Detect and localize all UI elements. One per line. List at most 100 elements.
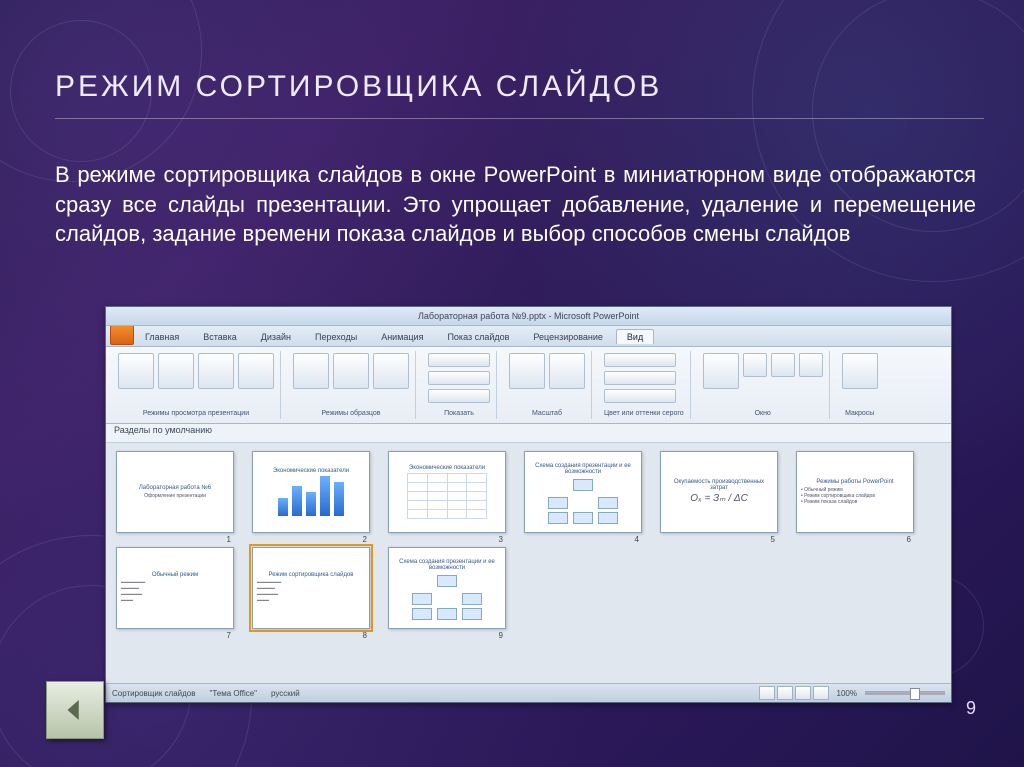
handout-master-button[interactable] xyxy=(333,353,369,389)
status-language: русский xyxy=(271,689,300,698)
thumb-number: 9 xyxy=(499,631,503,640)
thumb-subtitle: Оформление презентации xyxy=(144,493,206,499)
slide-sorter-view-button[interactable] xyxy=(158,353,194,389)
ribbon-group-label: Окно xyxy=(703,410,823,417)
view-shortcut-icons[interactable] xyxy=(759,686,829,700)
ppt-ribbon: Режимы просмотра презентации Режимы обра… xyxy=(106,347,951,424)
ppt-section-bar[interactable]: Разделы по умолчанию xyxy=(106,424,951,443)
presentation-slide: РЕЖИМ СОРТИРОВЩИКА СЛАЙДОВ В режиме сорт… xyxy=(0,0,1024,767)
thumb-number: 6 xyxy=(907,535,911,544)
ribbon-tab-вставка[interactable]: Вставка xyxy=(192,329,247,344)
thumb-title: Режим сортировщика слайдов xyxy=(269,572,354,578)
slide-thumbnail[interactable]: Экономические показатели3 xyxy=(388,451,506,533)
slide-thumbnail[interactable]: Лабораторная работа №6 Оформление презент… xyxy=(116,451,234,533)
ribbon-group-window: Окно xyxy=(697,351,830,419)
file-tab-button[interactable] xyxy=(110,325,134,345)
thumb-title: Окупаемость производственных затрат xyxy=(665,479,773,491)
slide-title: РЕЖИМ СОРТИРОВЩИКА СЛАЙДОВ xyxy=(55,70,969,104)
thumb-list: • Обычный режим• Режим сортировщика слай… xyxy=(801,487,909,505)
slideshow-view-icon[interactable] xyxy=(813,686,829,700)
thumb-title: Схема создания презентации и ее возможно… xyxy=(529,463,637,475)
ruler-checkbox[interactable] xyxy=(428,353,490,367)
thumb-title: Лабораторная работа №6 xyxy=(139,485,211,491)
fit-to-window-button[interactable] xyxy=(549,353,585,389)
ribbon-group-label: Макросы xyxy=(842,410,878,417)
ribbon-tab-вид[interactable]: Вид xyxy=(616,329,654,344)
thumb-text: ━━━━━━━━━━━━━━━━━━━━━━━━━ xyxy=(121,580,229,604)
powerpoint-window-screenshot: Лабораторная работа №9.pptx - Microsoft … xyxy=(105,306,952,703)
slide-sorter-pane[interactable]: Лабораторная работа №6 Оформление презент… xyxy=(106,443,951,683)
sorter-row: Лабораторная работа №6 Оформление презент… xyxy=(116,451,941,533)
zoom-slider-thumb[interactable] xyxy=(910,688,920,700)
ribbon-group-label: Режимы образцов xyxy=(293,410,409,417)
thumb-diagram xyxy=(407,573,487,618)
ribbon-tab-анимация[interactable]: Анимация xyxy=(370,329,434,344)
ppt-status-bar: Сортировщик слайдов "Тема Office" русски… xyxy=(106,683,951,702)
thumb-number: 7 xyxy=(227,631,231,640)
thumb-title: Экономические показатели xyxy=(273,468,349,474)
slide-thumbnail[interactable]: Режимы работы PowerPoint • Обычный режим•… xyxy=(796,451,914,533)
ribbon-group-label: Показать xyxy=(428,410,490,417)
status-view-mode: Сортировщик слайдов xyxy=(112,689,196,698)
thumb-number: 5 xyxy=(771,535,775,544)
gridlines-checkbox[interactable] xyxy=(428,371,490,385)
ribbon-group-color: Цвет или оттенки серого xyxy=(598,351,691,419)
reading-view-button[interactable] xyxy=(238,353,274,389)
ribbon-tab-дизайн[interactable]: Дизайн xyxy=(250,329,302,344)
ribbon-tab-главная[interactable]: Главная xyxy=(134,329,190,344)
grayscale-option[interactable] xyxy=(604,371,676,385)
color-option[interactable] xyxy=(604,353,676,367)
bw-option[interactable] xyxy=(604,389,676,403)
ppt-ribbon-tabs: ГлавнаяВставкаДизайнПереходыАнимацияПока… xyxy=(106,326,951,347)
status-theme: "Тема Office" xyxy=(210,689,258,698)
ribbon-group-macros: Макросы xyxy=(836,351,884,419)
ribbon-tab-переходы[interactable]: Переходы xyxy=(304,329,368,344)
thumb-number: 8 xyxy=(363,631,367,640)
slide-thumbnail[interactable]: Окупаемость производственных затрат Oₓ = … xyxy=(660,451,778,533)
notes-page-view-button[interactable] xyxy=(198,353,234,389)
thumb-formula: Oₓ = Зₘ / ΔC xyxy=(690,493,748,505)
thumb-title: Схема создания презентации и ее возможно… xyxy=(393,559,501,571)
back-arrow-icon xyxy=(60,695,90,725)
back-button[interactable] xyxy=(46,681,104,739)
ribbon-tab-рецензирование[interactable]: Рецензирование xyxy=(522,329,614,344)
thumb-title: Экономические показатели xyxy=(409,465,485,471)
slide-thumbnail[interactable]: Схема создания презентации и ее возможно… xyxy=(524,451,642,533)
thumb-title: Режимы работы PowerPoint xyxy=(816,479,893,485)
slide-thumbnail[interactable]: Схема создания презентации и ее возможно… xyxy=(388,547,506,629)
thumb-table xyxy=(407,473,487,519)
slide-thumbnail[interactable]: Экономические показатели2 xyxy=(252,451,370,533)
new-window-button[interactable] xyxy=(703,353,739,389)
reading-view-icon[interactable] xyxy=(795,686,811,700)
slide-master-button[interactable] xyxy=(293,353,329,389)
page-number: 9 xyxy=(966,698,976,719)
normal-view-button[interactable] xyxy=(118,353,154,389)
cascade-button[interactable] xyxy=(771,353,795,377)
sorter-row: Обычный режим━━━━━━━━━━━━━━━━━━━━━━━━━7Р… xyxy=(116,547,941,629)
ribbon-group-show: Показать xyxy=(422,351,497,419)
thumb-number: 4 xyxy=(635,535,639,544)
thumb-title: Обычный режим xyxy=(152,572,198,578)
normal-view-icon[interactable] xyxy=(759,686,775,700)
thumb-number: 3 xyxy=(499,535,503,544)
switch-windows-button[interactable] xyxy=(799,353,823,377)
thumb-number: 2 xyxy=(363,535,367,544)
sorter-view-icon[interactable] xyxy=(777,686,793,700)
zoom-button[interactable] xyxy=(509,353,545,389)
macros-button[interactable] xyxy=(842,353,878,389)
ribbon-group-views: Режимы просмотра презентации xyxy=(112,351,281,419)
slide-thumbnail[interactable]: Режим сортировщика слайдов━━━━━━━━━━━━━━… xyxy=(252,547,370,629)
ppt-titlebar: Лабораторная работа №9.pptx - Microsoft … xyxy=(106,307,951,326)
zoom-slider[interactable] xyxy=(865,691,945,695)
zoom-percentage[interactable]: 100% xyxy=(837,689,857,698)
notes-master-button[interactable] xyxy=(373,353,409,389)
slide-thumbnail[interactable]: Обычный режим━━━━━━━━━━━━━━━━━━━━━━━━━7 xyxy=(116,547,234,629)
ribbon-group-masters: Режимы образцов xyxy=(287,351,416,419)
ppt-window-title: Лабораторная работа №9.pptx - Microsoft … xyxy=(418,311,639,321)
ribbon-tab-показ-слайдов[interactable]: Показ слайдов xyxy=(436,329,520,344)
ribbon-group-label: Цвет или оттенки серого xyxy=(604,410,684,417)
arrange-all-button[interactable] xyxy=(743,353,767,377)
ribbon-group-zoom: Масштаб xyxy=(503,351,592,419)
guides-checkbox[interactable] xyxy=(428,389,490,403)
title-underline xyxy=(55,118,984,119)
